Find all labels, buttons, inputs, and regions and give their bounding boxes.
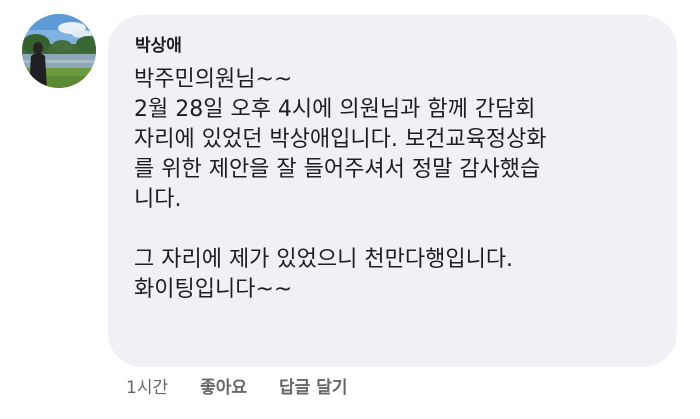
avatar[interactable] [22, 14, 96, 88]
comment-timestamp[interactable]: 1시간 [126, 373, 168, 398]
avatar-photo [22, 14, 96, 88]
reply-button[interactable]: 답글 달기 [279, 373, 347, 398]
comment-bubble: 박상애 박주민의원님~~ 2월 28일 오후 4시에 의원님과 함께 간담회 자… [108, 15, 677, 367]
comment-container: 박상애 박주민의원님~~ 2월 28일 오후 4시에 의원님과 함께 간담회 자… [0, 0, 700, 419]
comment-text: 박주민의원님~~ 2월 28일 오후 4시에 의원님과 함께 간담회 자리에 있… [134, 67, 547, 302]
like-button[interactable]: 좋아요 [200, 373, 247, 398]
comment-author-name[interactable]: 박상애 [135, 35, 651, 57]
comment-actions: 1시간 좋아요 답글 달기 [126, 372, 348, 398]
